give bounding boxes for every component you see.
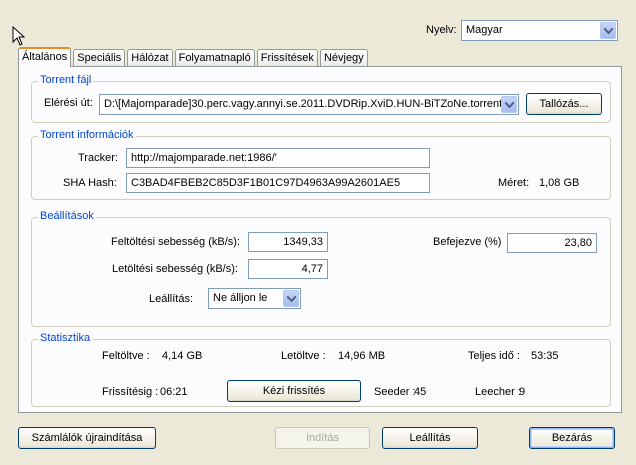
tab-advanced[interactable]: Speciális xyxy=(73,49,126,66)
upload-speed-field[interactable]: 1349,33 xyxy=(248,232,328,252)
download-speed-label: Letöltési sebesség (kB/s): xyxy=(112,263,238,275)
tab-panel-general: Torrent fájl Elérési út: D:\[Majomparade… xyxy=(18,66,622,413)
tab-updates[interactable]: Frissítések xyxy=(256,49,318,66)
upload-speed-label: Feltöltési sebesség (kB/s): xyxy=(111,236,240,248)
chevron-down-icon[interactable] xyxy=(501,96,517,113)
path-select[interactable]: D:\[Majomparade]30.perc.vagy.annyi.se.20… xyxy=(99,94,519,115)
completed-label: Befejezve (%) xyxy=(433,236,502,248)
refresh-label: Frissítésig : xyxy=(102,386,159,398)
close-button[interactable]: Bezárás xyxy=(529,427,615,449)
stop-mode-value: Ne álljon le xyxy=(213,292,268,304)
manual-refresh-button[interactable]: Kézi frissítés xyxy=(227,380,361,402)
refresh-value: 06:21 xyxy=(160,386,188,398)
chevron-down-icon[interactable] xyxy=(283,290,299,307)
stop-mode-label: Leállítás: xyxy=(149,293,194,305)
statistics-title: Statisztika xyxy=(38,332,93,344)
start-button[interactable]: Indítás xyxy=(275,427,370,449)
chevron-down-icon[interactable] xyxy=(600,22,616,39)
tab-network[interactable]: Hálózat xyxy=(127,49,173,66)
tab-log[interactable]: Folyamatnapló xyxy=(174,49,255,66)
language-select[interactable]: Magyar xyxy=(461,20,618,41)
mouse-cursor-icon xyxy=(12,25,26,49)
hash-label: SHA Hash: xyxy=(63,177,117,189)
language-label: Nyelv: xyxy=(426,24,457,36)
torrent-info-group: Torrent információk Tracker: http://majo… xyxy=(31,129,611,200)
path-label: Elérési út: xyxy=(44,97,93,109)
total-time-label: Teljes idő : xyxy=(468,350,520,362)
tab-bar: Általános Speciális Hálózat Folyamatnapl… xyxy=(18,47,370,67)
uploaded-label: Feltöltve : xyxy=(102,350,150,362)
reset-counters-button[interactable]: Számlálók újraindítása xyxy=(18,427,156,449)
language-value: Magyar xyxy=(466,24,503,36)
downloaded-value: 14,96 MB xyxy=(338,350,386,362)
path-value: D:\[Majomparade]30.perc.vagy.annyi.se.20… xyxy=(104,98,503,110)
leecher-value: 9 xyxy=(519,386,526,398)
hash-field[interactable]: C3BAD4FBEB2C85D3F1B01C97D4963A99A2601AE5 xyxy=(126,173,430,193)
tracker-label: Tracker: xyxy=(78,152,118,164)
size-label: Méret: xyxy=(498,177,530,189)
torrent-file-group: Torrent fájl Elérési út: D:\[Majomparade… xyxy=(31,74,611,123)
browse-button[interactable]: Tallózás... xyxy=(526,93,602,115)
torrent-info-title: Torrent információk xyxy=(38,129,136,141)
settings-title: Beállítások xyxy=(38,210,96,222)
leecher-label: Leecher : xyxy=(475,386,521,398)
tab-about[interactable]: Névjegy xyxy=(319,49,368,66)
tab-general[interactable]: Általános xyxy=(18,47,72,67)
seeder-label: Seeder : xyxy=(374,386,416,398)
uploaded-value: 4,14 GB xyxy=(162,350,203,362)
download-speed-field[interactable]: 4,77 xyxy=(248,259,328,279)
completed-field[interactable]: 23,80 xyxy=(507,233,597,253)
tracker-field[interactable]: http://majomparade.net:1986/' xyxy=(126,148,430,168)
downloaded-label: Letöltve : xyxy=(281,350,326,362)
settings-group: Beállítások Feltöltési sebesség (kB/s): … xyxy=(31,210,611,327)
seeder-value: 45 xyxy=(414,386,427,398)
torrent-file-title: Torrent fájl xyxy=(38,74,94,86)
size-value: 1,08 GB xyxy=(539,177,580,189)
total-time-value: 53:35 xyxy=(531,350,559,362)
stop-button[interactable]: Leállítás xyxy=(382,427,478,449)
statistics-group: Statisztika Feltöltve : 4,14 GB Letöltve… xyxy=(31,332,611,407)
stop-mode-select[interactable]: Ne álljon le xyxy=(208,288,301,309)
